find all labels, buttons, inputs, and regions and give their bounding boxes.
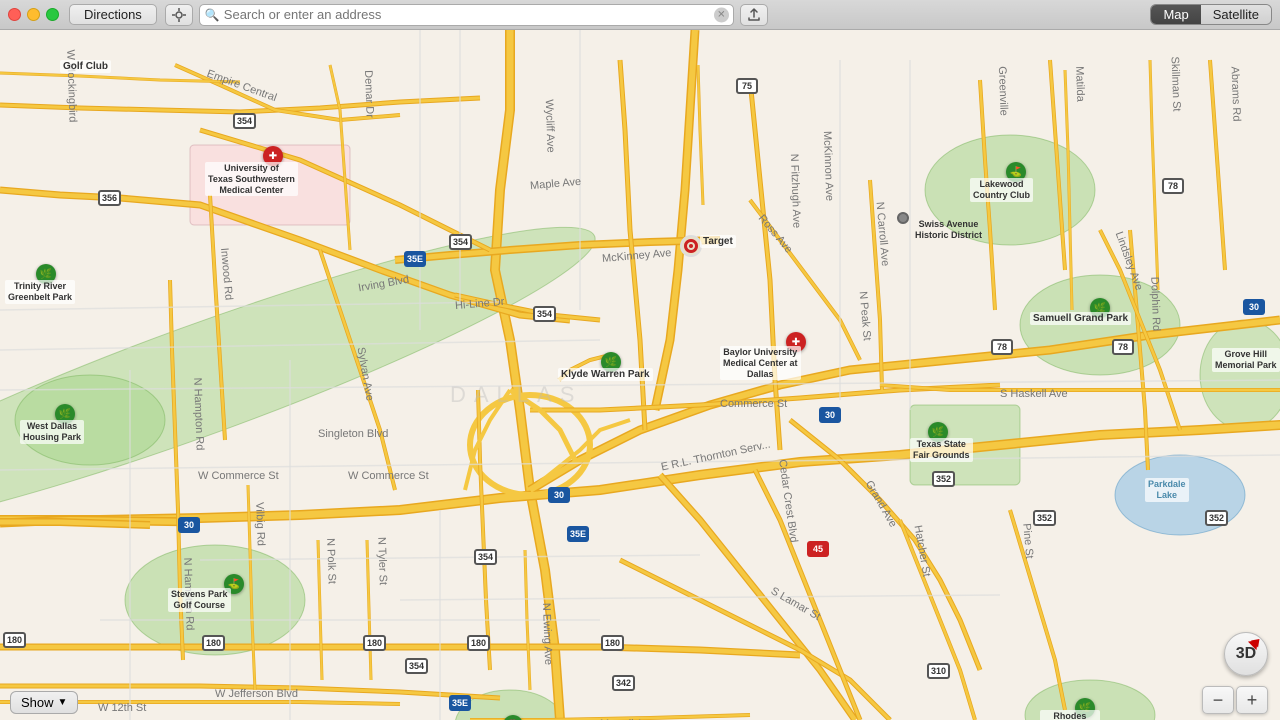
highway-badge-180-3: 180 [363,635,386,651]
zoom-controls: − + [1202,686,1268,714]
interstate-badge-35e-1: 35E [404,251,426,267]
poi-label-trinity: Trinity RiverGreenbelt Park [5,280,75,304]
highway-badge-354-2: 354 [449,234,472,250]
highway-badge-180-1: 180 [3,632,26,648]
share-button[interactable] [740,4,768,26]
highway-badge-78-3: 78 [991,339,1013,355]
highway-badge-78-2: 78 [1112,339,1134,355]
interstate-badge-30-1: 30 [1243,299,1265,315]
zoom-in-button[interactable]: + [1236,686,1268,714]
poi-label-westdallas: West DallasHousing Park [20,420,84,444]
poi-label-stevens: Stevens ParkGolf Course [168,588,231,612]
3d-button[interactable]: 3D [1224,632,1268,676]
highway-badge-354-4: 354 [474,549,497,565]
current-location-button[interactable] [165,4,193,26]
zoom-out-button[interactable]: − [1202,686,1234,714]
highway-badge-180-2: 180 [202,635,225,651]
highway-badge-352-2: 352 [1033,510,1056,526]
poi-label-lakewood: LakewoodCountry Club [970,178,1033,202]
interstate-badge-35e-2: 35E [567,526,589,542]
highway-badge-354-1: 354 [233,113,256,129]
bottom-bar: Show ▼ [0,684,1280,720]
interstate-badge-30-2: 30 [819,407,841,423]
satellite-view-button[interactable]: Satellite [1201,5,1271,24]
poi-label-parkdale: ParkdaleLake [1145,478,1189,502]
highway-badge-180-4: 180 [467,635,490,651]
show-button[interactable]: Show ▼ [10,691,78,714]
poi-label-baylor: Baylor UniversityMedical Center atDallas [720,346,801,380]
poi-label-utswmc: University ofTexas SouthwesternMedical C… [205,162,298,196]
highway-badge-356: 356 [98,190,121,206]
search-input[interactable] [199,4,734,26]
maximize-button[interactable] [46,8,59,21]
search-clear-button[interactable]: ✕ [714,7,729,22]
search-container: 🔍 ✕ [199,4,734,26]
interstate-badge-30-4: 30 [548,487,570,503]
highway-badge-352-3: 352 [1205,510,1228,526]
3d-label: 3D [1236,645,1256,663]
traffic-lights [8,8,59,21]
titlebar: Directions 🔍 ✕ Map Satellite [0,0,1280,30]
poi-swiss [897,212,909,224]
close-button[interactable] [8,8,21,21]
poi-target[interactable] [680,235,702,257]
map-container[interactable]: DALLAS Maple Ave Irving Blvd Hi-Line Dr … [0,30,1280,720]
poi-label-klyde-warren: Klyde Warren Park [558,368,653,381]
directions-button[interactable]: Directions [69,4,157,25]
highway-badge-180-5: 180 [601,635,624,651]
highway-badge-352-1: 352 [932,471,955,487]
poi-label-target: Target [700,235,736,248]
search-icon: 🔍 [205,8,220,22]
poi-label-fairgrounds: Texas StateFair Grounds [910,438,973,462]
poi-label-samuell: Samuell Grand Park [1030,312,1131,325]
minimize-button[interactable] [27,8,40,21]
chevron-down-icon: ▼ [58,697,68,708]
interstate-badge-30-3: 30 [178,517,200,533]
highway-badge-310: 310 [927,663,950,679]
map-view-button[interactable]: Map [1151,5,1200,24]
poi-label-swiss: Swiss AvenueHistoric District [912,218,985,242]
show-label: Show [21,695,54,710]
highway-badge-354-3: 354 [533,306,556,322]
poi-label-grovehill: Grove HillMemorial Park [1212,348,1280,372]
interstate-badge-45: 45 [807,541,829,557]
highway-badge-354-5: 354 [405,658,428,674]
map-satellite-toggle: Map Satellite [1150,4,1272,25]
poi-label-golfclub: Golf Club [60,60,111,73]
highway-badge-75: 75 [736,78,758,94]
highway-badge-78-1: 78 [1162,178,1184,194]
